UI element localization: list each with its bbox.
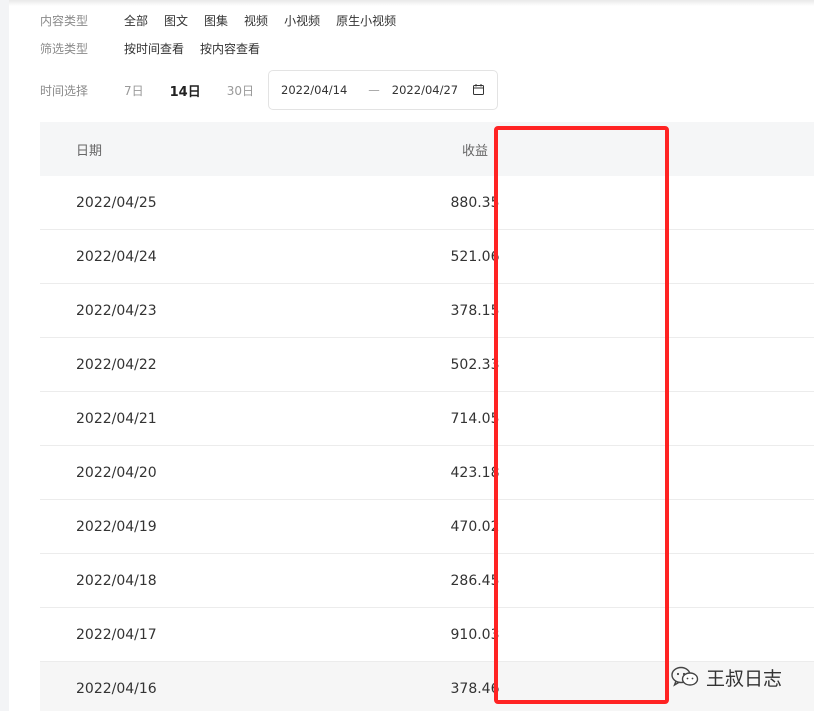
table-row: 2022/04/22 502.33	[40, 338, 814, 392]
row-income: 423.18	[450, 464, 500, 481]
time-select-filter: 时间选择 7日 14日 30日	[40, 70, 280, 110]
filter-by-content[interactable]: 按内容查看	[200, 40, 260, 57]
content-type-short-video[interactable]: 小视频	[284, 12, 320, 29]
content-type-filter: 内容类型 全部 图文 图集 视频 小视频 原生小视频	[40, 12, 412, 29]
column-header-date: 日期	[76, 143, 103, 159]
content-type-native-short-video[interactable]: 原生小视频	[336, 12, 396, 29]
row-income: 470.02	[450, 518, 500, 535]
row-income: 378.46	[450, 681, 500, 697]
time-select-label: 时间选择	[40, 83, 89, 98]
row-date: 2022/04/24	[76, 248, 157, 265]
row-date: 2022/04/25	[76, 194, 157, 211]
watermark: 王叔日志	[670, 660, 782, 694]
date-range-picker[interactable]: 2022/04/14 — 2022/04/27	[268, 70, 498, 110]
content-type-label: 内容类型	[40, 14, 89, 28]
date-range-start[interactable]: 2022/04/14	[281, 83, 347, 97]
time-option-14d[interactable]: 14日	[170, 81, 201, 100]
wechat-icon	[671, 666, 699, 687]
content-type-article[interactable]: 图文	[164, 12, 188, 29]
row-date: 2022/04/21	[76, 410, 157, 427]
row-date: 2022/04/18	[76, 572, 157, 589]
row-income: 286.45	[450, 572, 500, 589]
filter-type-label: 筛选类型	[40, 42, 89, 56]
row-date: 2022/04/20	[76, 464, 157, 481]
table-row: 2022/04/21 714.05	[40, 392, 814, 446]
row-income: 910.03	[450, 626, 500, 643]
row-date: 2022/04/16	[76, 681, 157, 697]
table-row: 2022/04/19 470.02	[40, 500, 814, 554]
table-row: 2022/04/23 378.15	[40, 284, 814, 338]
row-date: 2022/04/19	[76, 518, 157, 535]
time-option-7d[interactable]: 7日	[124, 82, 144, 99]
watermark-text: 王叔日志	[706, 667, 783, 690]
content-type-all[interactable]: 全部	[124, 12, 148, 29]
calendar-icon[interactable]	[473, 84, 484, 95]
income-table: 日期 收益 2022/04/25 880.35 2022/04/24 521.0…	[40, 122, 814, 711]
row-income: 714.05	[450, 410, 500, 427]
date-range-separator: —	[368, 83, 380, 97]
row-income: 880.35	[450, 194, 500, 211]
left-panel-edge	[0, 0, 9, 711]
row-date: 2022/04/17	[76, 626, 157, 643]
date-range-end[interactable]: 2022/04/27	[392, 83, 458, 97]
row-date: 2022/04/22	[76, 356, 157, 373]
content-type-video[interactable]: 视频	[244, 12, 268, 29]
table-row: 2022/04/25 880.35	[40, 176, 814, 230]
table-row: 2022/04/17 910.03	[40, 608, 814, 662]
filter-by-time[interactable]: 按时间查看	[124, 40, 184, 57]
time-option-30d[interactable]: 30日	[227, 82, 254, 99]
top-shadow	[9, 0, 814, 6]
column-header-income: 收益	[461, 143, 488, 159]
row-date: 2022/04/23	[76, 302, 157, 319]
row-income: 521.06	[450, 248, 500, 265]
table-header: 日期 收益	[40, 122, 814, 176]
table-row: 2022/04/18 286.45	[40, 554, 814, 608]
row-income: 502.33	[450, 356, 500, 373]
filter-type-filter: 筛选类型 按时间查看 按内容查看	[40, 40, 276, 57]
table-row: 2022/04/24 521.06	[40, 230, 814, 284]
content-type-gallery[interactable]: 图集	[204, 12, 228, 29]
table-row: 2022/04/20 423.18	[40, 446, 814, 500]
row-income: 378.15	[450, 302, 500, 319]
